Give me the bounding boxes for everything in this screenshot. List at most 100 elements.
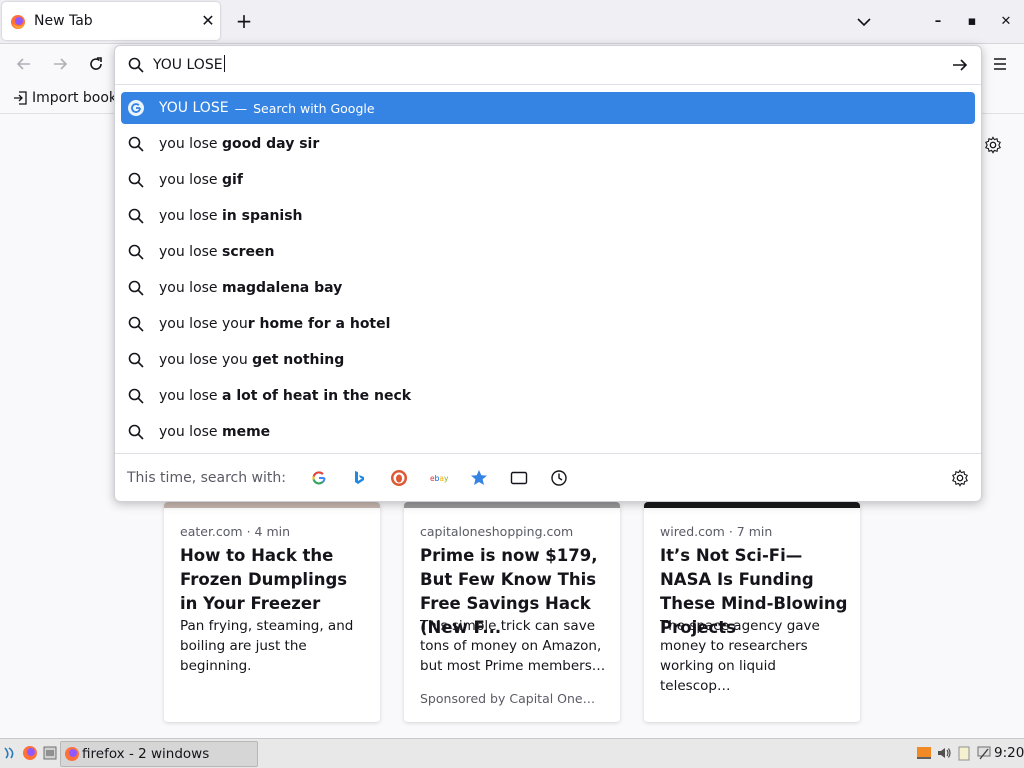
- duckduckgo-icon[interactable]: [389, 468, 409, 488]
- urlbar-input-text: YOU LOSE: [153, 57, 223, 73]
- start-menu-icon[interactable]: [2, 745, 18, 761]
- story-description: The space agency gave money to researche…: [660, 618, 820, 694]
- volume-icon[interactable]: [936, 745, 952, 761]
- page-settings-gear-icon[interactable]: [984, 136, 1002, 154]
- search-icon: [128, 352, 144, 368]
- close-window-button[interactable]: ✕: [996, 12, 1016, 32]
- search-suggestion[interactable]: you lose screen: [121, 236, 975, 268]
- suggestion-typed: you lose you: [159, 352, 253, 368]
- one-off-search-bar: This time, search with: ebay: [115, 453, 981, 501]
- bing-icon[interactable]: [349, 468, 369, 488]
- svg-text:ebay: ebay: [430, 474, 449, 483]
- search-suggestion[interactable]: you lose in spanish: [121, 200, 975, 232]
- firefox-launcher-icon[interactable]: [22, 745, 38, 761]
- minimize-button[interactable]: –: [928, 12, 948, 32]
- app-menu-icon[interactable]: [990, 54, 1010, 74]
- search-suggestion[interactable]: you lose your home for a hotel: [121, 308, 975, 340]
- google-icon[interactable]: [309, 468, 329, 488]
- search-suggestion[interactable]: you lose meme: [121, 416, 975, 448]
- suggestion-completion: in spanish: [222, 208, 303, 224]
- task-label: firefox - 2 windows: [82, 746, 210, 762]
- suggestion-typed: you lose: [159, 280, 222, 296]
- text-caret: [223, 55, 225, 72]
- taskbar: firefox - 2 windows 9:20: [0, 738, 1024, 768]
- story-source: capitaloneshopping.com: [420, 524, 574, 539]
- story-thumbnail: [644, 502, 860, 508]
- firefox-icon: [65, 747, 79, 761]
- suggestion-completion: a lot of heat in the neck: [222, 388, 412, 404]
- story-card[interactable]: eater.com · 4 min How to Hack the Frozen…: [164, 502, 380, 722]
- tab-new-tab[interactable]: New Tab ✕: [2, 2, 220, 40]
- network-icon[interactable]: [976, 745, 992, 761]
- urlbar-input[interactable]: YOU LOSE: [153, 55, 913, 77]
- back-icon[interactable]: [14, 54, 34, 74]
- import-bookmarks-label: Import book: [32, 90, 118, 106]
- bookmarks-star-icon[interactable]: [469, 468, 489, 488]
- story-description: Pan frying, steaming, and boiling are ju…: [180, 618, 354, 674]
- search-suggestion[interactable]: you lose gif: [121, 164, 975, 196]
- suggestion-completion: screen: [222, 244, 275, 260]
- suggestion-typed: you lose: [159, 136, 222, 152]
- suggestion-text: you lose gif: [159, 172, 243, 188]
- tab-close-icon[interactable]: ✕: [198, 11, 218, 31]
- suggestion-text: you lose your home for a hotel: [159, 316, 390, 332]
- clipboard-icon[interactable]: [956, 745, 972, 761]
- go-arrow-icon[interactable]: [951, 56, 969, 74]
- import-icon: [14, 91, 27, 105]
- list-all-tabs-icon[interactable]: [854, 12, 874, 32]
- ebay-icon[interactable]: ebay: [429, 468, 449, 488]
- search-suggestion[interactable]: you lose a lot of heat in the neck: [121, 380, 975, 412]
- story-source: wired.com · 7 min: [660, 524, 773, 539]
- search-settings-gear-icon[interactable]: [951, 469, 969, 487]
- suggestion-completion: magdalena bay: [222, 280, 343, 296]
- suggestion-text: you lose good day sir: [159, 136, 319, 152]
- story-thumbnail: [164, 502, 380, 508]
- suggestion-typed: you lose: [159, 424, 222, 440]
- suggestion-text: you lose screen: [159, 244, 275, 260]
- suggestion-typed: you lose: [159, 244, 222, 260]
- firefox-icon: [11, 15, 25, 29]
- search-icon: [128, 316, 144, 332]
- search-icon: [128, 388, 144, 404]
- new-tab-button[interactable]: +: [232, 10, 256, 34]
- suggestion-text: you lose you get nothing: [159, 352, 344, 368]
- tabs-icon[interactable]: [509, 468, 529, 488]
- forward-icon[interactable]: [50, 54, 70, 74]
- urlbar-result-selected[interactable]: YOU LOSE — Search with Google: [121, 92, 975, 124]
- story-card[interactable]: wired.com · 7 min It’s Not Sci-Fi—NASA I…: [644, 502, 860, 722]
- result-separator: —: [234, 100, 248, 116]
- suggestion-text: you lose meme: [159, 424, 270, 440]
- story-sponsor: Sponsored by Capital One…: [420, 691, 596, 706]
- file-manager-icon[interactable]: [42, 745, 58, 761]
- urlbar-popup: YOU LOSE YOU LOSE — Search with Google y…: [114, 45, 982, 502]
- suggestion-completion: meme: [222, 424, 271, 440]
- search-suggestion[interactable]: you lose magdalena bay: [121, 272, 975, 304]
- monitor-icon[interactable]: [916, 745, 932, 761]
- story-thumbnail: [404, 502, 620, 508]
- search-icon: [128, 208, 144, 224]
- story-headline: How to Hack the Frozen Dumplings in Your…: [180, 546, 348, 613]
- one-off-label: This time, search with:: [127, 470, 286, 486]
- taskbar-task-firefox[interactable]: firefox - 2 windows: [60, 741, 258, 767]
- story-card[interactable]: capitaloneshopping.com Prime is now $179…: [404, 502, 620, 722]
- clock: 9:20: [994, 745, 1024, 761]
- search-suggestion[interactable]: you lose you get nothing: [121, 344, 975, 376]
- reload-icon[interactable]: [86, 54, 106, 74]
- search-icon: [128, 244, 144, 260]
- search-icon: [128, 136, 144, 152]
- history-clock-icon[interactable]: [549, 468, 569, 488]
- suggestion-text: you lose magdalena bay: [159, 280, 342, 296]
- google-icon: [128, 100, 144, 116]
- import-bookmarks-button[interactable]: Import book: [12, 90, 117, 106]
- suggestion-completion: good day sir: [222, 136, 320, 152]
- suggestion-text: you lose a lot of heat in the neck: [159, 388, 411, 404]
- suggestion-text: you lose in spanish: [159, 208, 303, 224]
- result-action: Search with Google: [253, 100, 375, 116]
- suggestion-typed: you lose: [159, 388, 222, 404]
- tab-title: New Tab: [34, 13, 93, 29]
- maximize-button[interactable]: ▪: [962, 12, 982, 32]
- search-icon: [128, 280, 144, 296]
- search-suggestion[interactable]: you lose good day sir: [121, 128, 975, 160]
- tab-strip: New Tab ✕ + – ▪ ✕: [0, 0, 1024, 44]
- story-description: This simple trick can save tons of money…: [420, 618, 606, 674]
